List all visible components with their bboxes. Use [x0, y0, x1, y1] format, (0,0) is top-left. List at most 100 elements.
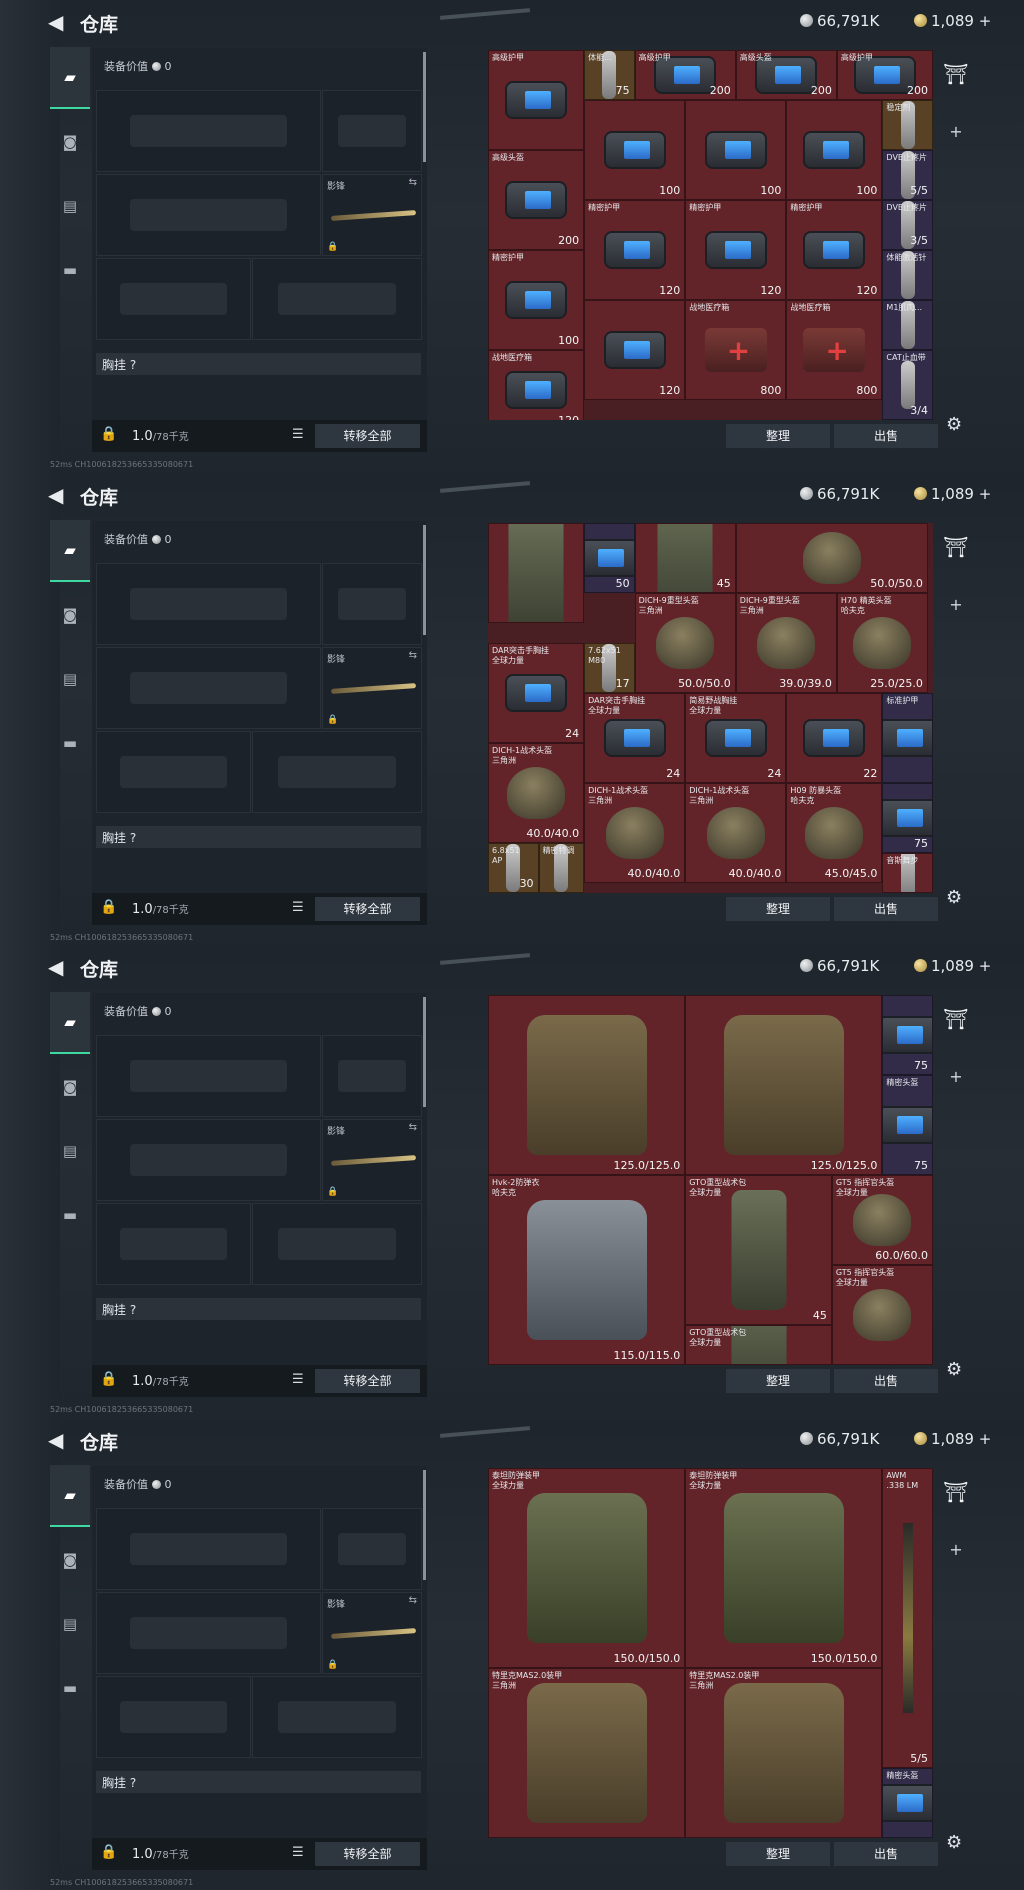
tab-weapons[interactable]: ▰ — [50, 992, 90, 1054]
stash-item-cell[interactable]: 100 — [685, 100, 787, 200]
stash-item-cell[interactable]: 体能激活针 — [882, 250, 933, 300]
sell-button[interactable]: 出售 — [834, 1841, 938, 1866]
gear-icon[interactable]: ⚙ — [946, 887, 962, 908]
stash-item-cell[interactable]: 战地医疗箱 800 — [685, 300, 787, 400]
gold-currency[interactable]: 1,089 + — [914, 12, 991, 30]
list-icon[interactable]: ☰ — [292, 427, 304, 442]
stash-item-cell[interactable]: 简易野战胸挂 全球力量 24 — [685, 692, 787, 783]
swap-icon[interactable]: ⇆ — [409, 177, 417, 188]
swap-icon[interactable]: ⇆ — [409, 1122, 417, 1133]
stash-item-cell[interactable]: 75 — [882, 995, 933, 1075]
back-icon[interactable]: ◀ — [48, 483, 63, 507]
sell-button[interactable]: 出售 — [834, 424, 938, 448]
stash-gate-icon[interactable]: ⛩ — [938, 1480, 974, 1504]
stash-item-cell[interactable]: GTO重型战术包 全球力量 — [685, 1325, 832, 1365]
stash-item-cell[interactable]: DICH-9重型头盔 三角洲 50.0/50.0 — [634, 592, 736, 693]
gold-plus-button[interactable]: + — [979, 12, 992, 30]
stash-item-cell[interactable]: 高级头盔 200 — [735, 50, 837, 100]
stash-item-cell[interactable]: DICH-1战术头盔 三角洲 40.0/40.0 — [584, 782, 686, 883]
tab-bag[interactable]: ▬ — [50, 1184, 90, 1246]
stash-item-cell[interactable]: M1肌肉... — [882, 300, 933, 350]
add-tab-icon[interactable]: + — [938, 122, 974, 141]
tab-helmet[interactable]: ◙ — [50, 1056, 90, 1118]
chest-rig-slot[interactable]: 胸挂 ? — [96, 353, 421, 375]
stash-gate-icon[interactable]: ⛩ — [938, 1007, 974, 1031]
stash-gate-icon[interactable]: ⛩ — [938, 62, 974, 86]
armor-slot[interactable] — [252, 258, 422, 340]
stash-item-cell[interactable]: GT5 指挥官头盔 全球力量 60.0/60.0 — [831, 1175, 933, 1265]
stash-item-cell[interactable]: 50 — [584, 522, 635, 593]
silver-currency[interactable]: 66,791K — [800, 485, 879, 503]
tab-bag[interactable]: ▬ — [50, 1657, 90, 1719]
melee-slot[interactable]: 影锋 ⇆ 🔒 — [322, 1119, 422, 1201]
tab-weapons[interactable]: ▰ — [50, 1464, 90, 1527]
stash-item-cell[interactable]: DICH-1战术头盔 三角洲 40.0/40.0 — [685, 782, 787, 883]
stash-item-cell[interactable]: 125.0/125.0 — [488, 995, 686, 1175]
stash-item-cell[interactable]: 45 — [634, 522, 736, 593]
tab-weapons[interactable]: ▰ — [50, 519, 90, 582]
stash-gate-icon[interactable]: ⛩ — [938, 535, 974, 559]
helmet-slot[interactable] — [96, 1203, 251, 1285]
loadout-scrollbar[interactable] — [423, 1469, 426, 1580]
chest-rig-slot[interactable]: 胸挂 ? — [96, 825, 421, 848]
stash-item-cell[interactable]: 体能... 75 — [584, 50, 635, 100]
silver-currency[interactable]: 66,791K — [800, 957, 879, 975]
stash-item-cell[interactable]: 精密特调 — [538, 842, 585, 893]
stash-item-cell[interactable]: 100 — [786, 100, 883, 200]
tab-weapons[interactable]: ▰ — [50, 47, 90, 109]
sort-button[interactable]: 整理 — [726, 1369, 830, 1393]
stash-item-cell[interactable]: GTO重型战术包 全球力量 45 — [685, 1175, 832, 1325]
loadout-scrollbar[interactable] — [423, 52, 426, 162]
gold-currency[interactable]: 1,089 + — [914, 485, 991, 503]
stash-item-cell[interactable]: 120 — [584, 300, 686, 400]
stash-item-cell[interactable]: 精密护甲 120 — [786, 200, 883, 300]
gold-currency[interactable]: 1,089 + — [914, 1430, 991, 1448]
gold-plus-button[interactable]: + — [979, 485, 992, 503]
silver-currency[interactable]: 66,791K — [800, 1430, 879, 1448]
melee-slot[interactable]: 影锋 ⇆ 🔒 — [322, 646, 422, 729]
stash-item-cell[interactable]: 精密护甲 120 — [584, 200, 686, 300]
gear-icon[interactable]: ⚙ — [946, 414, 962, 435]
stash-item-cell[interactable]: 稳定剂 — [882, 100, 933, 150]
stash-item-cell[interactable]: 特里克MAS2.0装甲 三角洲 — [685, 1667, 883, 1838]
stash-item-cell[interactable]: 125.0/125.0 — [685, 995, 883, 1175]
transfer-all-button[interactable]: 转移全部 — [315, 1841, 420, 1866]
add-tab-icon[interactable]: + — [938, 595, 974, 614]
armor-slot[interactable] — [252, 730, 422, 813]
pistol-slot[interactable] — [322, 1507, 422, 1590]
gold-plus-button[interactable]: + — [979, 957, 992, 975]
secondary-weapon-slot[interactable] — [96, 1119, 321, 1201]
pistol-slot[interactable] — [322, 562, 422, 645]
loadout-scrollbar[interactable] — [423, 997, 426, 1107]
back-icon[interactable]: ◀ — [48, 10, 63, 34]
stash-item-cell[interactable]: 高级护甲 200 — [634, 50, 736, 100]
swap-icon[interactable]: ⇆ — [409, 1595, 417, 1606]
stash-item-cell[interactable]: 精密护甲 100 — [488, 250, 585, 350]
sell-button[interactable]: 出售 — [834, 896, 938, 921]
stash-item-cell[interactable]: 特里克MAS2.0装甲 三角洲 — [488, 1667, 686, 1838]
armor-slot[interactable] — [252, 1203, 422, 1285]
armor-slot[interactable] — [252, 1675, 422, 1758]
swap-icon[interactable]: ⇆ — [409, 650, 417, 661]
stash-item-cell[interactable]: 战地医疗箱 800 — [786, 300, 883, 400]
stash-item-cell[interactable]: AWM .338 LM 5/5 — [882, 1467, 933, 1768]
list-icon[interactable]: ☰ — [292, 900, 304, 915]
sort-button[interactable]: 整理 — [726, 896, 830, 921]
tab-bag[interactable]: ▬ — [50, 239, 90, 301]
stash-item-cell[interactable]: 泰坦防弹装甲 全球力量 150.0/150.0 — [685, 1467, 883, 1668]
stash-item-cell[interactable]: 75 — [882, 782, 933, 853]
sort-button[interactable]: 整理 — [726, 424, 830, 448]
stash-item-cell[interactable]: 战地医疗箱 120 — [488, 350, 585, 420]
stash-item-cell[interactable]: DICH-1战术头盔 三角洲 40.0/40.0 — [488, 742, 585, 843]
stash-item-cell[interactable]: 泰坦防弹装甲 全球力量 150.0/150.0 — [488, 1467, 686, 1668]
tab-armor[interactable]: ▤ — [50, 648, 90, 710]
gear-icon[interactable]: ⚙ — [946, 1359, 962, 1380]
secondary-weapon-slot[interactable] — [96, 1591, 321, 1674]
stash-item-cell[interactable]: DVE止疼片 5/5 — [882, 150, 933, 200]
melee-slot[interactable]: 影锋 ⇆ 🔒 — [322, 174, 422, 256]
stash-item-cell[interactable]: 标准护甲 — [882, 692, 933, 783]
tab-bag[interactable]: ▬ — [50, 712, 90, 774]
stash-item-cell[interactable]: 高级护甲 200 — [836, 50, 933, 100]
stash-item-cell[interactable]: 精密头盔 75 — [882, 1075, 933, 1175]
tab-armor[interactable]: ▤ — [50, 1120, 90, 1182]
